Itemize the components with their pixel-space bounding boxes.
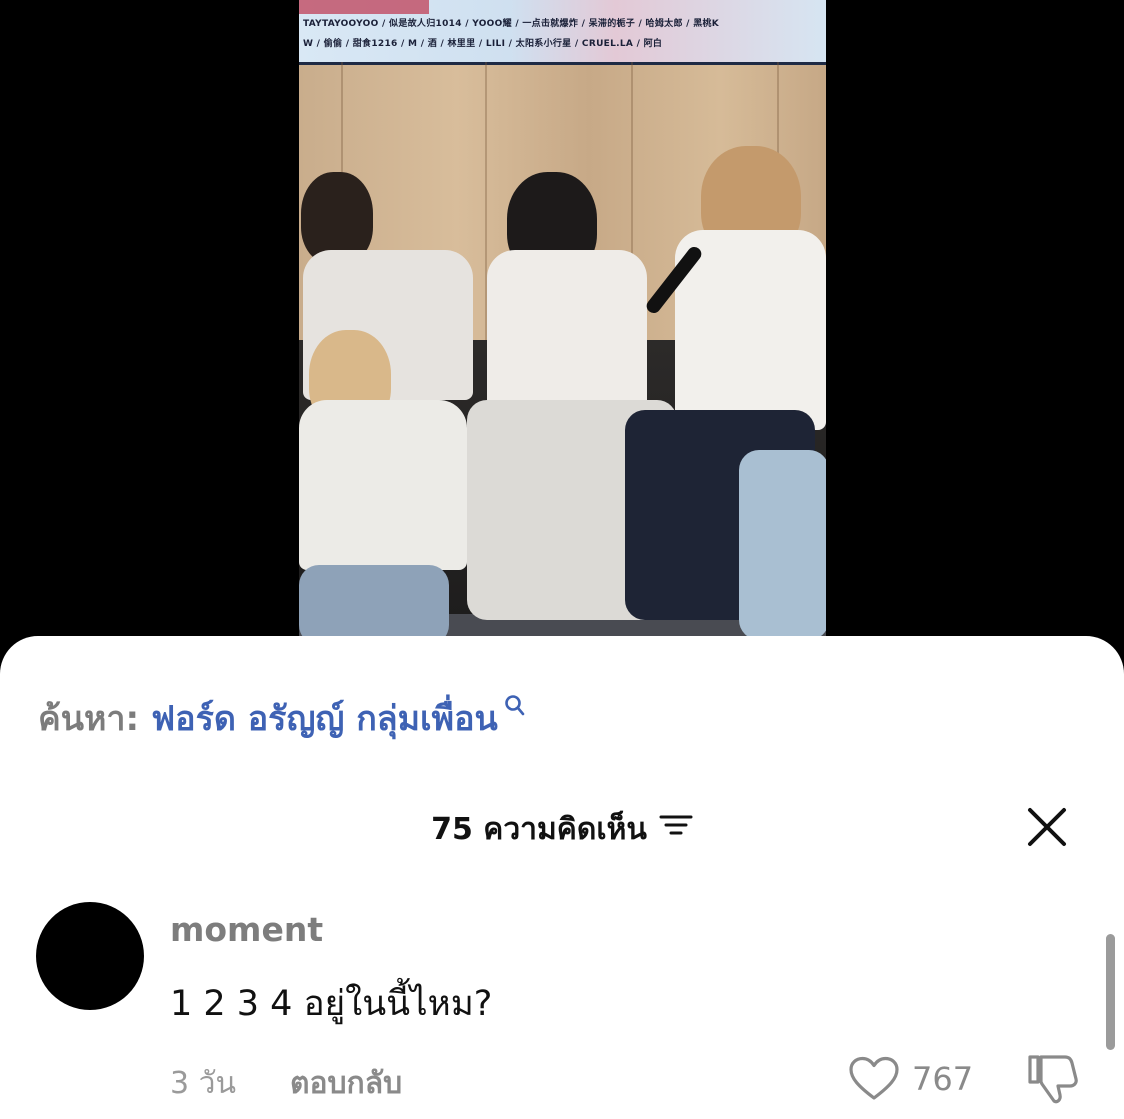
heart-icon[interactable] bbox=[848, 1056, 900, 1106]
comment-item: moment 1 2 3 4 อยู่ในนี้ไหม? 3 วัน ตอบกล… bbox=[0, 896, 1124, 1106]
reply-button[interactable]: ตอบกลับ bbox=[290, 1060, 402, 1107]
comment-username[interactable]: moment bbox=[170, 910, 323, 949]
comments-header: 75 ความคิดเห็น bbox=[0, 806, 1124, 852]
search-query-text[interactable]: ฟอร์ด อรัญญ์ กลุ่มเพื่อน bbox=[151, 691, 498, 745]
video-banner: TAYTAYOOYOO / 似是故人归1014 / YOOO耀 / 一点击就爆炸… bbox=[299, 0, 826, 65]
banner-line-1: TAYTAYOOYOO / 似是故人归1014 / YOOO耀 / 一点击就爆炸… bbox=[303, 19, 720, 29]
banner-line-2: W / 偷偷 / 甜食1216 / M / 酒 / 林里里 / LILI / 太… bbox=[303, 39, 663, 49]
scrollbar[interactable] bbox=[1106, 934, 1115, 1050]
like-count: 767 bbox=[912, 1060, 974, 1098]
person-edge-right bbox=[739, 450, 826, 640]
search-prefix-label: ค้นหา: bbox=[38, 699, 140, 739]
filter-sort-icon[interactable] bbox=[659, 810, 693, 848]
comment-text: 1 2 3 4 อยู่ในนี้ไหม? bbox=[170, 984, 493, 1024]
comment-timestamp: 3 วัน bbox=[170, 1066, 236, 1101]
video-player[interactable]: TAYTAYOOYOO / 似是故人归1014 / YOOO耀 / 一点击就爆炸… bbox=[299, 0, 826, 640]
banner-graphic bbox=[299, 0, 429, 14]
close-icon[interactable] bbox=[1026, 806, 1068, 848]
comments-sheet: ค้นหา: ฟอร์ด อรัญญ์ กลุ่มเพื่อน 75 ความค… bbox=[0, 636, 1124, 1119]
avatar[interactable] bbox=[36, 902, 144, 1010]
related-search-link[interactable]: ค้นหา: ฟอร์ด อรัญญ์ กลุ่มเพื่อน bbox=[38, 694, 526, 742]
thumbs-down-icon[interactable] bbox=[1027, 1051, 1079, 1109]
comments-count-title: 75 ความคิดเห็น bbox=[431, 811, 647, 847]
search-icon bbox=[504, 687, 526, 727]
